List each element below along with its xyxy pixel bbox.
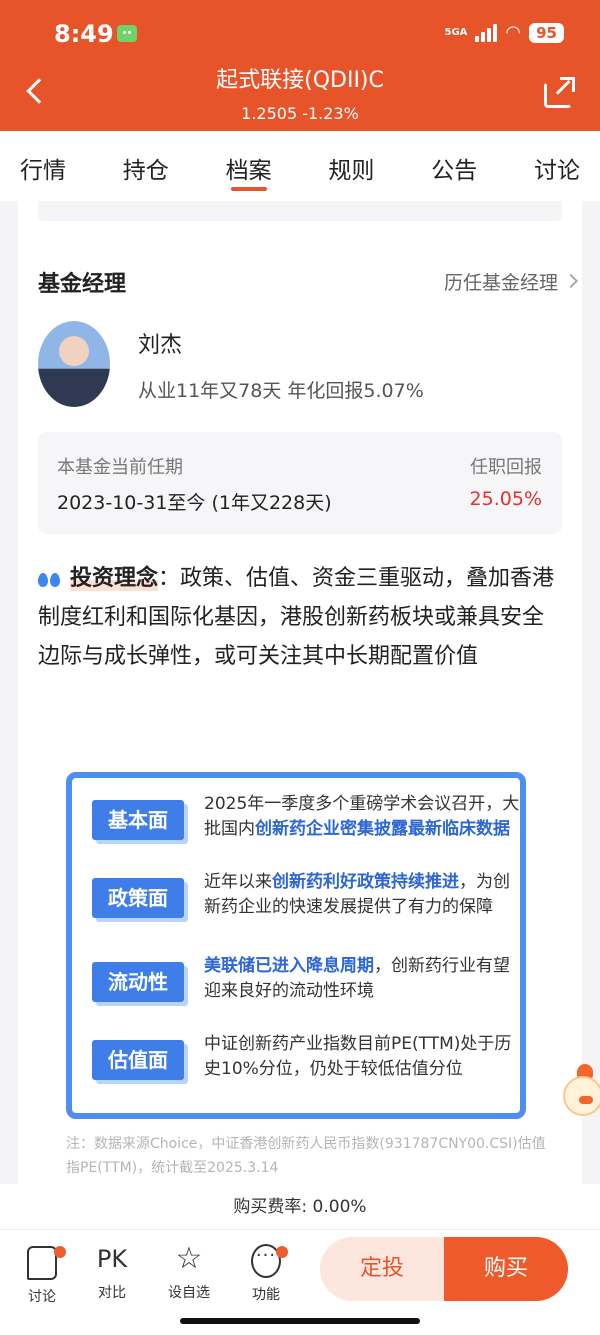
wifi-icon: ◠ xyxy=(505,22,522,43)
manager-avatar[interactable] xyxy=(38,321,110,407)
info-tag: 流动性 xyxy=(92,962,184,1002)
nav-add-watchlist[interactable]: ☆ 设自选 xyxy=(159,1242,219,1302)
chevron-right-icon[interactable] xyxy=(563,273,579,289)
philosophy-label: 投资理念 xyxy=(70,566,159,591)
tenure-return-value: 25.05% xyxy=(469,488,542,510)
home-indicator xyxy=(180,1318,420,1324)
info-text: 美联储已进入降息周期，创新药行业有望迎来良好的流动性环境 xyxy=(204,956,510,1001)
infographic: 基本面 2025年一季度多个重磅学术会议召开，大批国内创新药企业密集披露最新临床… xyxy=(66,772,526,1119)
tab-discussion[interactable]: 讨论 xyxy=(534,131,580,201)
manager-experience: 从业11年又78天 年化回报5.07% xyxy=(138,380,424,402)
status-indicators: 5GA ◠ 95 xyxy=(444,22,564,43)
info-tag: 估值面 xyxy=(92,1040,184,1080)
wechat-notification-icon xyxy=(117,25,137,42)
info-tag: 政策面 xyxy=(92,878,184,918)
tab-bar: 行情 持仓 档案 规则 公告 讨论 xyxy=(0,131,600,201)
quote-icon xyxy=(38,567,62,587)
assistant-mascot-icon[interactable] xyxy=(563,1064,600,1118)
network-label: 5GA xyxy=(444,26,468,38)
pk-icon: PK xyxy=(96,1245,128,1273)
tenure-box: 本基金当前任期 任职回报 2023-10-31至今 (1年又228天) 25.0… xyxy=(38,432,562,534)
nav-discussion[interactable]: 讨论 xyxy=(12,1242,72,1306)
investment-philosophy: 投资理念：政策、估值、资金三重驱动，叠加香港制度红利和国际化基因，港股创新药板块… xyxy=(38,559,564,676)
manager-section-title: 基金经理 xyxy=(38,272,127,297)
chat-icon xyxy=(27,1246,57,1280)
signal-icon xyxy=(475,23,498,42)
buy-button[interactable]: 购买 xyxy=(444,1237,568,1301)
auto-invest-button[interactable]: 定投 xyxy=(320,1237,444,1301)
tab-profile[interactable]: 档案 xyxy=(226,131,272,201)
info-text: 近年以来创新药利好政策持续推进，为创新药企业的快速发展提供了有力的保障 xyxy=(204,872,510,917)
previous-section-strip xyxy=(38,201,562,221)
status-time: 8:49 xyxy=(54,20,114,48)
nav-compare[interactable]: PK 对比 xyxy=(82,1242,142,1302)
fund-title: 起式联接(QDII)C xyxy=(216,68,384,93)
tenure-label: 本基金当前任期 xyxy=(57,457,183,478)
top-header: 8:49 5GA ◠ 95 起式联接(QDII)C 1.2505 -1.23% xyxy=(0,0,600,131)
tab-market[interactable]: 行情 xyxy=(20,131,66,201)
info-text: 2025年一季度多个重磅学术会议召开，大批国内创新药企业密集披露最新临床数据 xyxy=(204,794,520,839)
tab-holdings[interactable]: 持仓 xyxy=(123,131,169,201)
fund-price-change: 1.2505 -1.23% xyxy=(241,104,359,123)
manager-name[interactable]: 刘杰 xyxy=(138,327,182,359)
purchase-fee: 购买费率: 0.00% xyxy=(0,1184,600,1230)
share-icon[interactable] xyxy=(544,77,575,108)
manager-card: 基金经理 历任基金经理 刘杰 从业11年又78天 年化回报5.07% 本基金当前… xyxy=(18,201,582,1184)
data-source-note: 注：数据来源Choice，中证香港创新药人民币指数(931787CNY00.CS… xyxy=(66,1136,546,1176)
nav-functions[interactable]: ··· 功能 xyxy=(236,1242,296,1304)
manager-history-link[interactable]: 历任基金经理 xyxy=(444,268,558,295)
star-icon: ☆ xyxy=(175,1241,203,1276)
battery-icon: 95 xyxy=(529,22,564,43)
bottom-action-bar: 讨论 PK 对比 ☆ 设自选 ··· 功能 定投 购买 xyxy=(0,1230,600,1335)
tenure-return-label: 任职回报 xyxy=(470,457,542,478)
info-text: 中证创新药产业指数目前PE(TTM)处于历史10%分位，仍处于较低估值分位 xyxy=(204,1034,512,1079)
tab-rules[interactable]: 规则 xyxy=(328,131,374,201)
tenure-period: 2023-10-31至今 (1年又228天) xyxy=(57,492,332,514)
tab-announcements[interactable]: 公告 xyxy=(431,131,477,201)
info-tag: 基本面 xyxy=(92,800,184,840)
